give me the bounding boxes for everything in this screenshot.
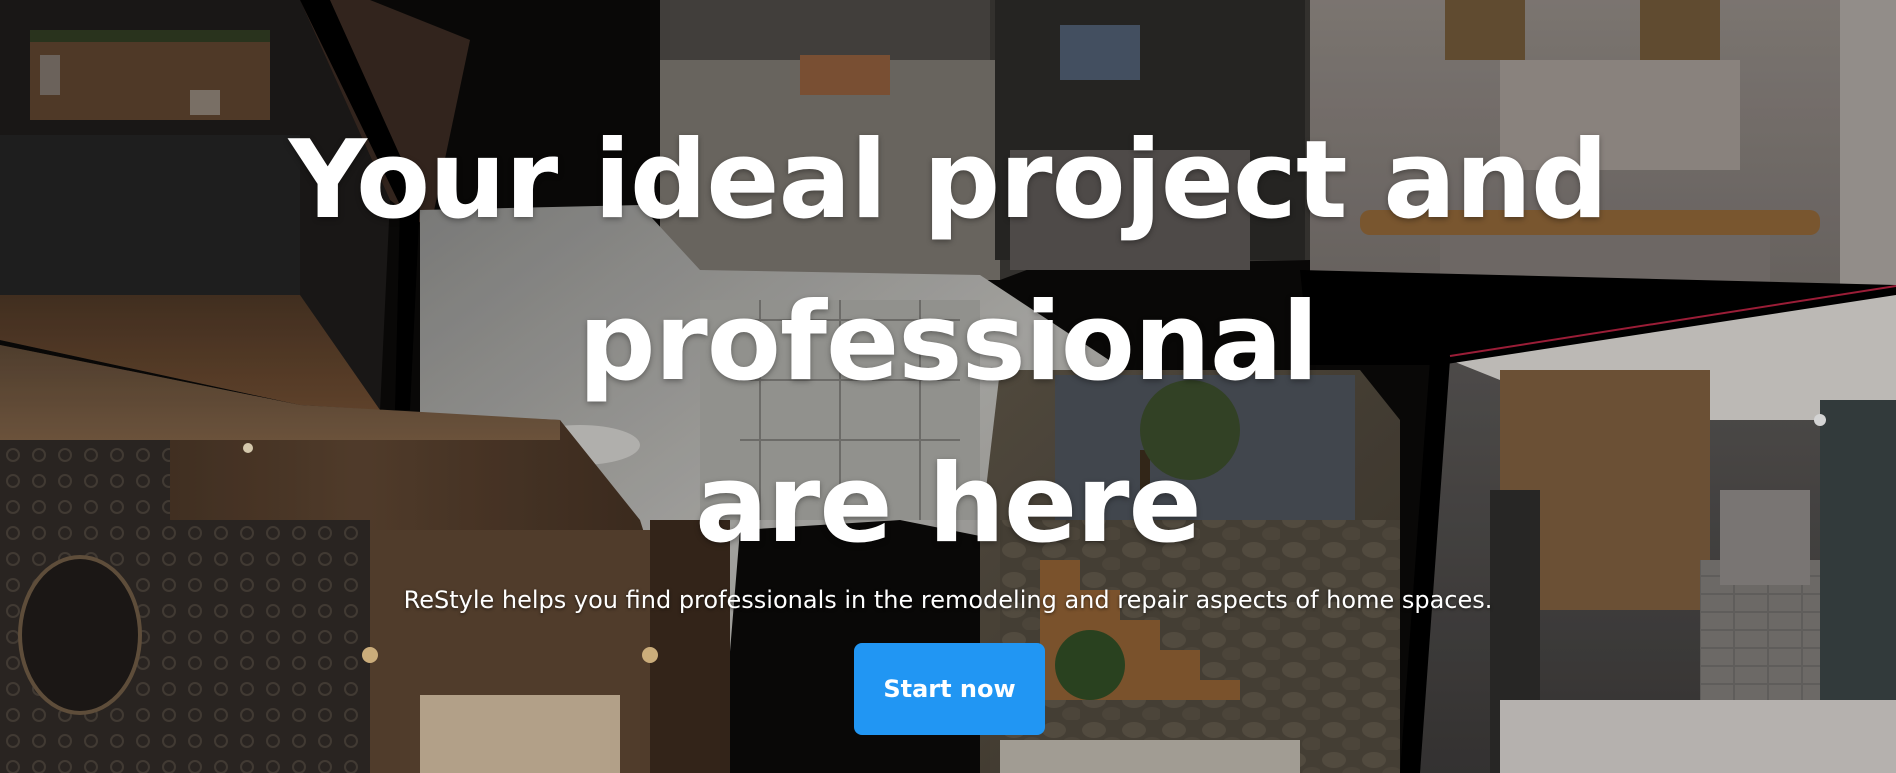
hero-section: Your ideal project and professional are … [0,0,1896,773]
start-now-button[interactable]: Start now [854,643,1045,735]
hero-subtitle: ReStyle helps you find professionals in … [403,586,1493,614]
hero-title-line-3: are here [695,442,1202,567]
hero-title-line-1: Your ideal project and [288,118,1609,243]
hero-title: Your ideal project and professional are … [248,100,1648,586]
hero-title-line-2: professional [578,280,1319,405]
hero-content: Your ideal project and professional are … [0,0,1896,773]
